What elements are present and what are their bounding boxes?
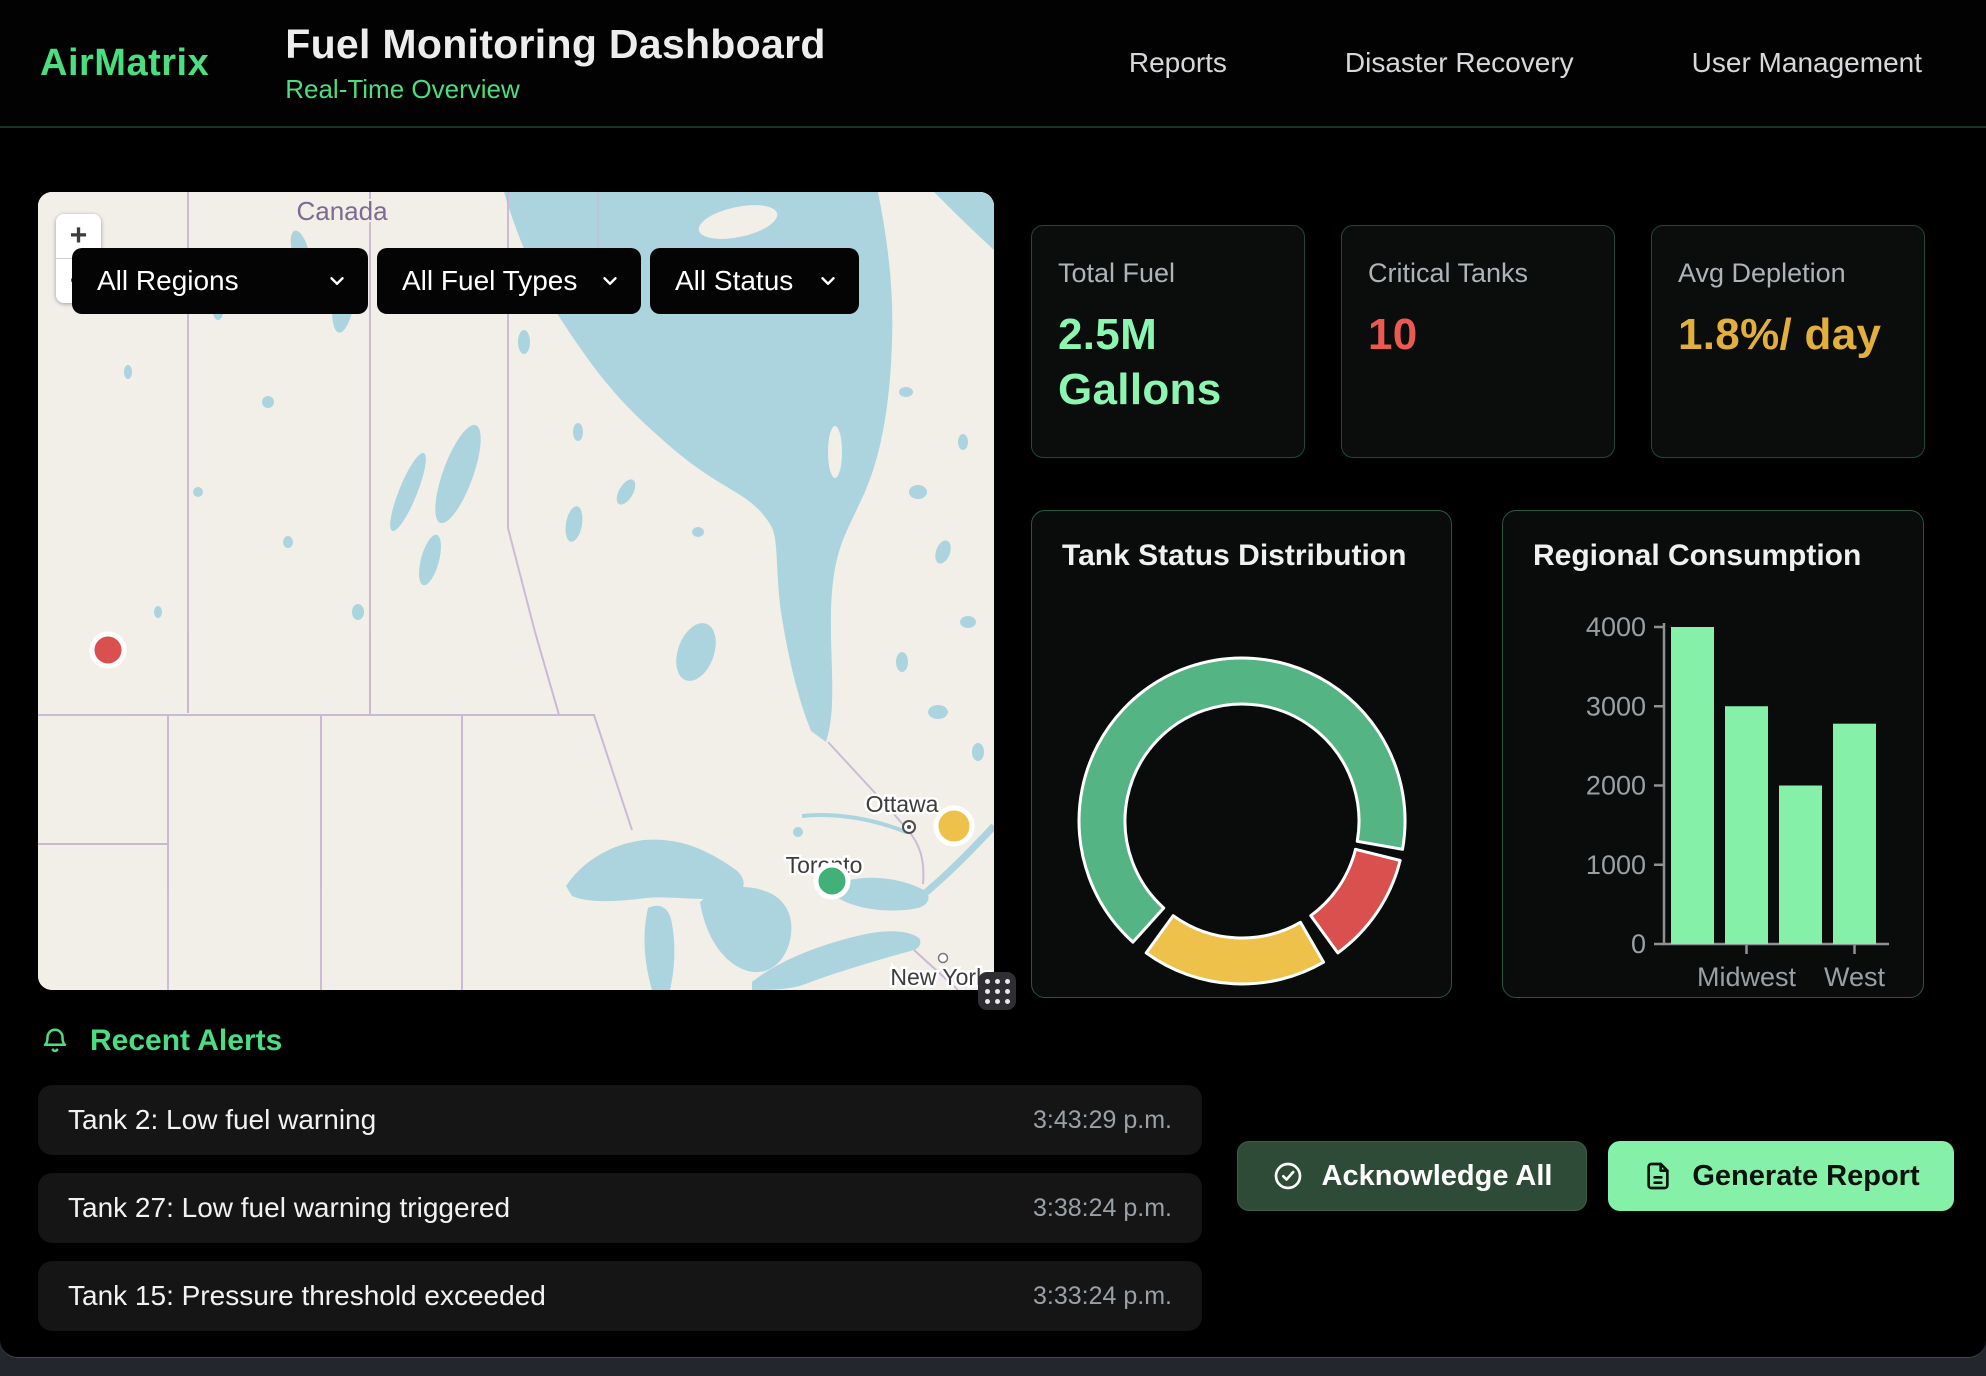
svg-text:4000: 4000	[1586, 612, 1646, 642]
region-filter-value: All Regions	[97, 265, 239, 297]
bay-island-2	[828, 426, 842, 478]
alert-row[interactable]: Tank 27: Low fuel warning triggered 3:38…	[38, 1173, 1202, 1243]
stat-card-total-fuel: Total Fuel 2.5M Gallons	[1031, 225, 1305, 458]
page-subtitle: Real-Time Overview	[285, 74, 825, 105]
generate-report-button[interactable]: Generate Report	[1608, 1141, 1954, 1211]
dashboard-window: AirMatrix Fuel Monitoring Dashboard Real…	[0, 0, 1986, 1358]
chevron-down-icon	[599, 270, 621, 292]
map-drag-handle[interactable]	[978, 972, 1016, 1010]
check-circle-icon	[1272, 1160, 1304, 1192]
fuel-type-filter-select[interactable]: All Fuel Types	[377, 248, 641, 314]
nav-disaster-recovery[interactable]: Disaster Recovery	[1345, 47, 1574, 79]
ottawa-label: Ottawa	[866, 791, 939, 817]
generate-report-label: Generate Report	[1692, 1160, 1919, 1193]
country-label: Canada	[296, 196, 388, 226]
chevron-down-icon	[817, 270, 839, 292]
recent-alerts-header: Recent Alerts	[40, 1024, 282, 1058]
recent-alerts-title: Recent Alerts	[90, 1024, 282, 1058]
svg-text:1000: 1000	[1586, 850, 1646, 880]
regional-consumption-bar-chart: 0 1000 2000 3000 4000 Midwest West	[1503, 511, 1924, 998]
status-filter-select[interactable]: All Status	[650, 248, 859, 314]
header: AirMatrix Fuel Monitoring Dashboard Real…	[0, 0, 1986, 128]
ottawa-city-dot-core	[907, 825, 911, 829]
stat-cards: Total Fuel 2.5M Gallons Critical Tanks 1…	[1031, 225, 1925, 458]
svg-text:3000: 3000	[1586, 691, 1646, 721]
tank-status-donut-chart	[1032, 511, 1452, 998]
donut-chart-title: Tank Status Distribution	[1062, 539, 1406, 573]
tank-status-card: Tank Status Distribution	[1031, 510, 1452, 998]
title-block: Fuel Monitoring Dashboard Real-Time Over…	[285, 21, 825, 105]
map-marker-critical[interactable]	[92, 634, 124, 666]
page-title: Fuel Monitoring Dashboard	[285, 21, 825, 68]
chevron-down-icon	[326, 270, 348, 292]
alert-time: 3:33:24 p.m.	[1033, 1282, 1172, 1311]
alert-row[interactable]: Tank 2: Low fuel warning 3:43:29 p.m.	[38, 1085, 1202, 1155]
alert-row[interactable]: Tank 15: Pressure threshold exceeded 3:3…	[38, 1261, 1202, 1331]
stat-card-avg-depletion: Avg Depletion 1.8%/ day	[1651, 225, 1925, 458]
bar-chart-title: Regional Consumption	[1533, 539, 1861, 573]
acknowledge-all-label: Acknowledge All	[1322, 1160, 1553, 1193]
svg-text:2000: 2000	[1586, 771, 1646, 801]
map-marker-normal[interactable]	[816, 865, 848, 897]
main-nav: Reports Disaster Recovery User Managemen…	[1129, 47, 1922, 79]
map-filters: All Regions All Fuel Types All Status	[72, 248, 859, 314]
alert-text: Tank 15: Pressure threshold exceeded	[68, 1280, 546, 1312]
stat-value: 1.8%/ day	[1678, 307, 1898, 362]
map-marker-warning[interactable]	[936, 808, 972, 844]
file-text-icon	[1642, 1160, 1674, 1192]
map-panel: Canada Ottawa Toronto New York + − All R…	[38, 192, 994, 990]
status-filter-value: All Status	[675, 265, 793, 297]
alert-text: Tank 2: Low fuel warning	[68, 1104, 376, 1136]
newyork-city-dot	[939, 954, 948, 963]
stat-value: 10	[1368, 307, 1588, 362]
svg-text:Midwest: Midwest	[1697, 962, 1797, 992]
regional-consumption-card: Regional Consumption 0 1000 2000 3000 4000 Mi…	[1502, 510, 1924, 998]
bell-icon	[40, 1026, 70, 1056]
fuel-type-filter-value: All Fuel Types	[402, 265, 577, 297]
stat-value: 2.5M Gallons	[1058, 307, 1278, 417]
svg-text:0: 0	[1631, 929, 1646, 959]
nav-reports[interactable]: Reports	[1129, 47, 1227, 79]
newyork-label: New York	[890, 964, 988, 990]
stat-label: Critical Tanks	[1368, 258, 1588, 289]
alert-time: 3:43:29 p.m.	[1033, 1106, 1172, 1135]
svg-text:West: West	[1824, 962, 1886, 992]
region-filter-select[interactable]: All Regions	[72, 248, 368, 314]
alert-text: Tank 27: Low fuel warning triggered	[68, 1192, 510, 1224]
stat-label: Total Fuel	[1058, 258, 1278, 289]
nav-user-management[interactable]: User Management	[1692, 47, 1922, 79]
alert-time: 3:38:24 p.m.	[1033, 1194, 1172, 1223]
stat-card-critical-tanks: Critical Tanks 10	[1341, 225, 1615, 458]
stat-label: Avg Depletion	[1678, 258, 1898, 289]
acknowledge-all-button[interactable]: Acknowledge All	[1237, 1141, 1587, 1211]
app-logo: AirMatrix	[40, 42, 209, 85]
